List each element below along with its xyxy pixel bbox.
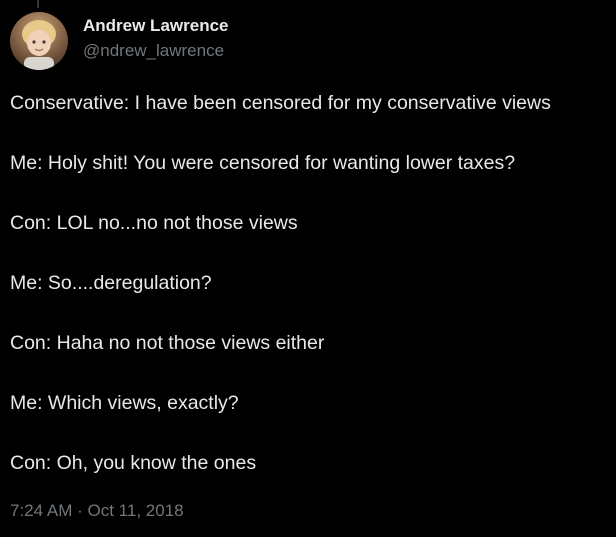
tweet-timestamp[interactable]: 7:24 AM · Oct 11, 2018 bbox=[10, 499, 184, 523]
tweet-text: Conservative: I have been censored for m… bbox=[10, 88, 616, 478]
tweet: Andrew Lawrence @ndrew_lawrence Conserva… bbox=[0, 0, 616, 537]
tweet-date: Oct 11, 2018 bbox=[87, 501, 184, 520]
tweet-line: Con: LOL no...no not those views bbox=[10, 212, 298, 234]
author-names: Andrew Lawrence @ndrew_lawrence bbox=[83, 15, 229, 63]
thread-connector-line bbox=[37, 0, 39, 8]
avatar[interactable] bbox=[10, 12, 68, 70]
author-handle[interactable]: @ndrew_lawrence bbox=[83, 39, 229, 63]
avatar-image bbox=[10, 12, 68, 70]
tweet-line: Con: Haha no not those views either bbox=[10, 332, 325, 354]
tweet-line: Con: Oh, you know the ones bbox=[10, 452, 257, 474]
tweet-line: Me: Holy shit! You were censored for wan… bbox=[10, 152, 516, 174]
tweet-line: Me: So....deregulation? bbox=[10, 272, 212, 294]
author-display-name[interactable]: Andrew Lawrence bbox=[83, 15, 229, 37]
tweet-line: Conservative: I have been censored for m… bbox=[10, 92, 551, 114]
tweet-header: Andrew Lawrence @ndrew_lawrence bbox=[10, 11, 229, 71]
tweet-line: Me: Which views, exactly? bbox=[10, 392, 239, 414]
tweet-time: 7:24 AM bbox=[10, 501, 73, 520]
meta-separator: · bbox=[77, 501, 83, 520]
